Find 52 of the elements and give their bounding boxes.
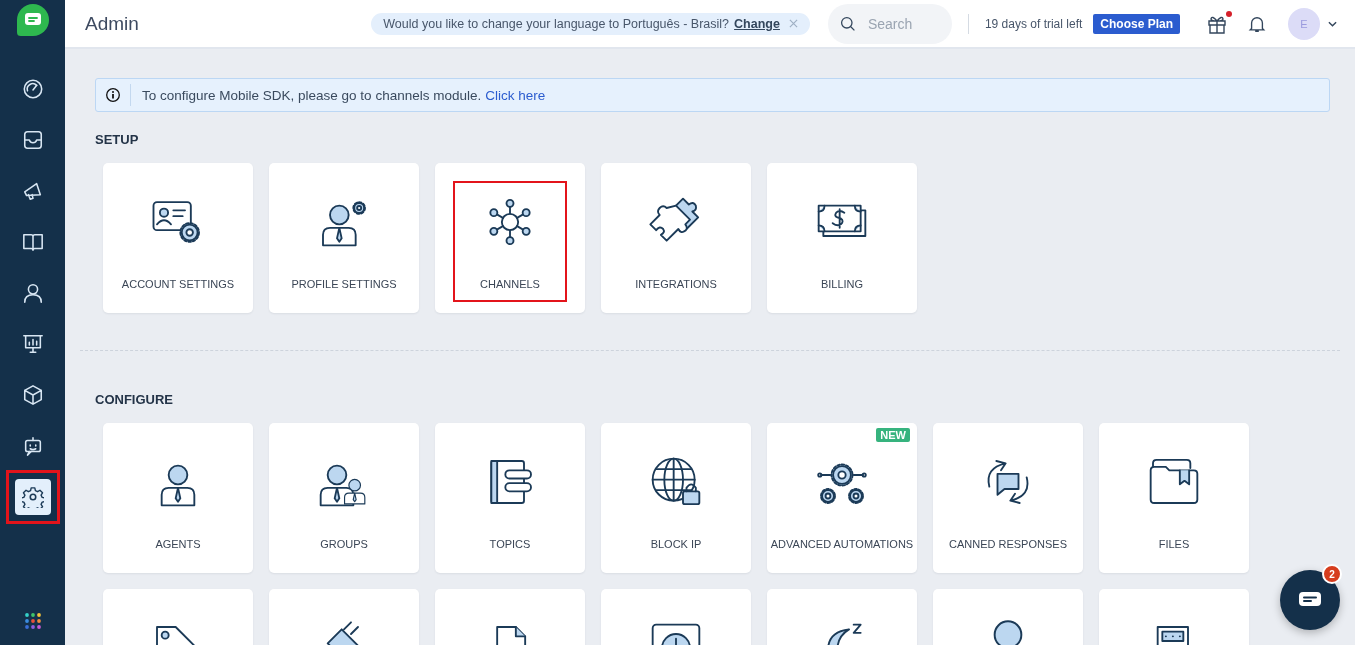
chat-icon xyxy=(1299,592,1321,608)
settings-card[interactable]: CANNED RESPONSES xyxy=(933,423,1083,573)
card-label: PROFILE SETTINGS xyxy=(291,278,397,290)
section-heading: CONFIGURE xyxy=(95,392,174,407)
settings-card[interactable]: PROFILE SETTINGS xyxy=(269,163,419,313)
logo-icon[interactable] xyxy=(16,4,49,36)
unread-badge: 2 xyxy=(1322,564,1342,584)
card-label: GROUPS xyxy=(320,538,368,550)
settings-card[interactable]: AGENTS xyxy=(103,423,253,573)
sidebar-item[interactable] xyxy=(14,478,51,515)
settings-card[interactable]: NEW ADVANCED AUTOMATIONS xyxy=(767,423,917,573)
settings-card[interactable]: CHANNELS xyxy=(435,163,585,313)
info-icon xyxy=(106,88,120,102)
chat-button[interactable] xyxy=(1280,570,1340,630)
card-label: AGENTS xyxy=(155,538,201,550)
settings-card[interactable]: INTEGRATIONS xyxy=(601,163,751,313)
new-badge: NEW xyxy=(876,428,910,442)
cube-icon xyxy=(21,383,44,406)
card-label: ACCOUNT SETTINGS xyxy=(121,278,235,290)
card-label: INTEGRATIONS xyxy=(635,278,717,290)
gauge-icon xyxy=(21,77,44,100)
settings-icon xyxy=(21,485,44,508)
presentation-chart-icon xyxy=(21,332,44,355)
settings-card[interactable]: BILLING xyxy=(767,163,917,313)
notifications-icon[interactable] xyxy=(1248,14,1266,33)
inbox-icon xyxy=(21,128,44,151)
card-label: BILLING xyxy=(820,278,864,290)
settings-card[interactable]: ACCOUNT SETTINGS xyxy=(103,163,253,313)
card-label: ADVANCED AUTOMATIONS xyxy=(770,538,914,550)
banner-text: To configure Mobile SDK, please go to channels module. xyxy=(142,87,482,103)
card-label: CHANNELS xyxy=(480,278,540,290)
card-label: BLOCK IP xyxy=(650,538,702,550)
language-prompt-text: Would you like to change your language to Português - Brasil? xyxy=(383,16,730,31)
choose-plan-button[interactable]: Choose Plan xyxy=(1093,13,1180,34)
settings-card[interactable]: FILES xyxy=(1099,423,1249,573)
card-label: CANNED RESPONSES xyxy=(949,538,1067,550)
settings-card[interactable]: BLOCK IP xyxy=(601,423,751,573)
search-bar[interactable]: Search xyxy=(827,3,952,44)
search-field[interactable]: Search xyxy=(865,14,940,33)
card-label: FILES xyxy=(1158,538,1190,550)
person-icon xyxy=(21,281,44,304)
settings-card[interactable]: GROUPS xyxy=(269,423,419,573)
settings-card[interactable]: TOPICS xyxy=(435,423,585,573)
card-label: TOPICS xyxy=(489,538,531,550)
apps-grid-icon[interactable] xyxy=(24,613,41,629)
section-heading: SETUP xyxy=(95,132,140,147)
page-title: Admin xyxy=(85,12,139,35)
trial-text: 19 days of trial left xyxy=(984,16,1083,31)
click-here-link[interactable]: Click here xyxy=(485,87,546,103)
search-icon xyxy=(839,14,856,33)
change-link[interactable]: Change xyxy=(734,16,780,31)
caret-icon[interactable] xyxy=(1328,20,1337,27)
